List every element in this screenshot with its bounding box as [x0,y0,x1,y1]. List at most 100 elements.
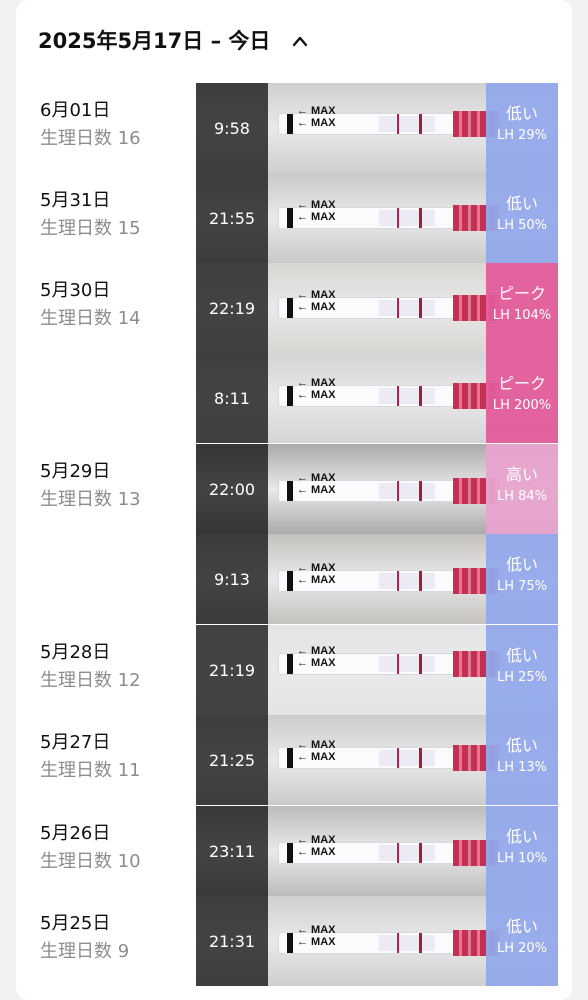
test-time: 21:25 [208,750,256,770]
date-range-title: 2025年5月17日 – 今日 [38,29,271,53]
test-strip: ← MAX ← MAX [278,740,500,771]
result-badge-low: 低い LH 75% [486,534,558,624]
strip-test-line [397,933,399,953]
result-lh-percent: LH 29% [496,128,548,143]
strip-max-text: ← MAX [297,117,336,129]
test-strip: ← MAX ← MAX [278,106,500,137]
entry-date-column: 5月26日 生理日数 10 [40,822,190,874]
entry-cycle-day: 生理日数 12 [40,670,141,691]
strip-max-text: ← MAX [297,574,336,586]
strip-max-text: ← MAX [297,211,336,223]
test-time: 21:31 [208,931,256,951]
strip-test-line [397,114,399,134]
strip-max-label: ← MAX ← MAX [297,563,336,587]
strip-max-label: ← MAX ← MAX [297,200,336,224]
test-strip-photo[interactable]: ← MAX ← MAX 21:31 低い LH 20% [196,896,558,987]
test-strip-photo[interactable]: ← MAX ← MAX 21:55 低い LH 50% [196,173,558,264]
strip-test-line [397,843,399,863]
entry-date: 5月27日 [40,732,111,753]
strip-handle [287,933,293,953]
test-strip-photo[interactable]: ← MAX ← MAX 9:13 低い LH 75% [196,534,558,625]
entry-date-column: 5月27日生理日数 11 [40,731,190,783]
strip-handle [287,208,293,228]
strip-result-window [379,483,435,499]
strip-max-text: ← MAX [297,484,336,496]
result-level: 低い [505,104,538,123]
strip-control-line [419,571,422,591]
strip-handle [287,481,293,501]
test-entry-row[interactable]: 5月30日 生理日数 14 ← MAX ← MAX 22:19 ピーク LH 104% [16,263,572,354]
result-badge-low: 低い LH 29% [486,83,558,173]
result-badge-peak: ピーク LH 104% [486,263,558,353]
entry-date-column: 5月28日生理日数 12 [40,641,190,693]
strip-control-line [419,481,422,501]
test-time: 23:11 [208,841,256,861]
test-entry-row[interactable]: ← MAX ← MAX 8:11 ピーク LH 200% [16,353,572,444]
test-strip: ← MAX ← MAX [278,290,500,321]
strip-handle [287,114,293,134]
chevron-up-icon[interactable] [292,35,308,49]
entry-date: 5月28日 [40,642,111,663]
test-entry-row[interactable]: 5月29日 生理日数 13 ← MAX ← MAX 22:00 高い LH 84% [16,444,572,535]
strip-control-line [419,208,422,228]
test-strip-photo[interactable]: ← MAX ← MAX 21:25 低い LH 13% [196,715,558,806]
strip-max-label: ← MAX ← MAX [297,925,336,949]
strip-control-line [419,748,422,768]
strip-result-window [379,935,435,951]
strip-test-line [397,298,399,318]
test-entry-row[interactable]: 5月27日生理日数 11 ← MAX ← MAX 21:25 低い LH 13% [16,715,572,806]
test-strip-photo[interactable]: ← MAX ← MAX 21:19 低い LH 25% [196,625,558,716]
entry-date-column: 6月01日 生理日数 16 [40,99,190,151]
strip-max-text: ← MAX [297,389,336,401]
entry-date-column [40,550,190,554]
result-level: ピーク [497,374,546,393]
strip-control-line [419,298,422,318]
strip-max-text: ← MAX [297,751,336,763]
test-strip: ← MAX ← MAX [278,563,500,594]
date-range-header[interactable]: 2025年5月17日 – 今日 [38,24,308,56]
strip-control-line [419,114,422,134]
result-lh-percent: LH 50% [496,218,548,233]
strip-handle [287,843,293,863]
strip-control-line [419,933,422,953]
test-strip-photo[interactable]: ← MAX ← MAX 8:11 ピーク LH 200% [196,353,558,444]
test-entry-row[interactable]: 5月28日 生理日数 12 ← MAX ← MAX 21:19 低い LH 25% [16,625,572,716]
strip-handle [287,386,293,406]
strip-control-line [419,386,422,406]
test-time: 8:11 [214,388,250,408]
entry-date: 5月29日 [40,461,111,482]
entry-cycle-day: 生理日数 11 [40,760,141,781]
test-time: 21:19 [208,660,256,680]
strip-max-label: ← MAX ← MAX [297,290,336,314]
strip-max-label: ← MAX ← MAX [297,835,336,859]
strip-handle [287,298,293,318]
result-lh-percent: LH 200% [492,398,552,413]
entry-date: 6月01日 [40,100,111,121]
result-lh-percent: LH 25% [496,670,548,685]
entry-date-column: 5月25日 生理日数 9 [40,912,190,964]
test-entry-row[interactable]: 5月26日 生理日数 10 ← MAX ← MAX 23:11 低い LH 10% [16,806,572,897]
test-time: 9:13 [214,569,250,589]
strip-test-line [397,208,399,228]
strip-result-window [379,210,435,226]
entry-cycle-day: 生理日数 10 [40,851,141,872]
test-strip-photo[interactable]: ← MAX ← MAX 9:58 低い LH 29% [196,83,558,174]
test-entry-row[interactable]: 5月25日 生理日数 9 ← MAX ← MAX 21:31 低い LH 20% [16,896,572,987]
result-badge-low: 低い LH 13% [486,715,558,805]
strip-handle [287,748,293,768]
test-time: 21:55 [208,208,256,228]
test-strip-photo[interactable]: ← MAX ← MAX 22:00 高い LH 84% [196,444,558,535]
test-entry-row[interactable]: 6月01日 生理日数 16 ← MAX ← MAX 9:58 低い LH 29% [16,83,572,174]
strip-result-window [379,573,435,589]
entry-date: 5月25日 [40,913,111,934]
test-strip-photo[interactable]: ← MAX ← MAX 23:11 低い LH 10% [196,806,558,897]
result-level: 低い [505,194,538,213]
test-entry-row[interactable]: 5月31日 生理日数 15 ← MAX ← MAX 21:55 低い LH 50% [16,173,572,264]
entry-date-column: 5月31日 生理日数 15 [40,189,190,241]
entry-date-column: 5月30日 生理日数 14 [40,279,190,331]
test-strip-photo[interactable]: ← MAX ← MAX 22:19 ピーク LH 104% [196,263,558,354]
strip-test-line [397,481,399,501]
test-entry-row[interactable]: ← MAX ← MAX 9:13 低い LH 75% [16,534,572,625]
result-lh-percent: LH 10% [496,851,548,866]
result-badge-peak: ピーク LH 200% [486,353,558,443]
